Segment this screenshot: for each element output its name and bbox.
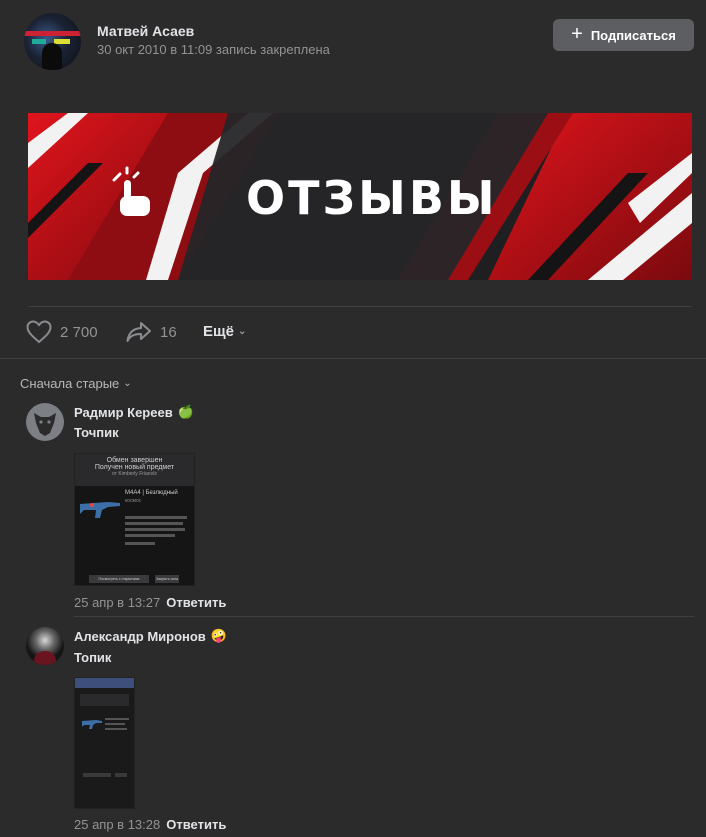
screenshot-text-line bbox=[125, 534, 175, 537]
banner-title: ОТЗЫВЫ bbox=[246, 171, 498, 225]
screenshot-text-line bbox=[105, 718, 129, 720]
rifle-thumbnail bbox=[78, 492, 122, 522]
share-icon bbox=[126, 322, 151, 342]
screenshot-button bbox=[83, 773, 111, 777]
share-count: 16 bbox=[160, 323, 177, 341]
screenshot-button bbox=[115, 773, 127, 777]
chevron-down-icon: ⌄ bbox=[123, 378, 132, 389]
screenshot-text-line bbox=[125, 516, 187, 519]
dog-icon bbox=[34, 413, 56, 436]
comment-text: Топик bbox=[74, 650, 112, 665]
comment-avatar[interactable] bbox=[26, 627, 64, 665]
comment-author[interactable]: Радмир Кереев 🍏 bbox=[74, 404, 194, 420]
avatar-detail bbox=[24, 31, 81, 36]
screenshot-topbar bbox=[75, 678, 134, 688]
subscribe-button[interactable]: + Подписаться bbox=[553, 19, 694, 51]
screenshot-text-line bbox=[125, 522, 183, 525]
more-button[interactable]: Ещё ⌄ bbox=[203, 323, 246, 340]
reply-button[interactable]: Ответить bbox=[166, 817, 226, 832]
sort-label: Сначала старые bbox=[20, 376, 120, 391]
avatar-detail bbox=[32, 39, 46, 44]
screenshot-item-title: M4A4 | Безлюдный bbox=[125, 490, 178, 496]
like-count: 2 700 bbox=[60, 323, 98, 341]
screenshot-line: от Kimberly Frianolz bbox=[112, 471, 157, 477]
chevron-down-icon: ⌄ bbox=[238, 326, 247, 337]
comment-author-name: Александр Миронов bbox=[74, 628, 206, 644]
share-button[interactable]: 16 bbox=[126, 320, 177, 344]
comment-attachment-image[interactable] bbox=[74, 677, 135, 809]
avatar-figure bbox=[42, 43, 62, 70]
avatar-figure bbox=[34, 651, 56, 665]
post-meta[interactable]: 30 окт 2010 в 11:09 запись закреплена bbox=[97, 42, 330, 57]
green-apple-icon: 🍏 bbox=[177, 404, 194, 419]
comment-author[interactable]: Александр Миронов 🤪 bbox=[74, 628, 227, 644]
post-author-name[interactable]: Матвей Асаев bbox=[97, 23, 194, 39]
rifle-thumbnail bbox=[81, 716, 103, 730]
screenshot-text-line bbox=[105, 728, 127, 730]
heart-icon bbox=[26, 320, 52, 344]
screenshot-button: Закрыть окна bbox=[155, 575, 179, 583]
like-button[interactable]: 2 700 bbox=[26, 320, 98, 344]
screenshot-text-line bbox=[125, 542, 155, 545]
comment-date[interactable]: 25 апр в 13:28 bbox=[74, 817, 160, 832]
post-banner-image[interactable]: ОТЗЫВЫ bbox=[28, 113, 692, 280]
comments-divider bbox=[0, 358, 706, 359]
post-divider bbox=[28, 306, 692, 307]
comment-footer: 25 апр в 13:27 Ответить bbox=[74, 595, 226, 610]
screenshot-line: Получен новый предмет bbox=[94, 464, 175, 471]
screenshot-item-subtitle: космос bbox=[125, 498, 142, 504]
screenshot-header: Обмен завершен Получен новый предмет от … bbox=[75, 454, 194, 486]
comment-avatar[interactable] bbox=[26, 403, 64, 441]
screenshot-line: Обмен завершен bbox=[106, 457, 163, 464]
comment-attachment-image[interactable]: Обмен завершен Получен новый предмет от … bbox=[74, 453, 195, 586]
author-avatar[interactable] bbox=[24, 13, 81, 70]
comments-sort-dropdown[interactable]: Сначала старые ⌄ bbox=[20, 376, 132, 391]
screenshot-text-line bbox=[125, 528, 185, 531]
reply-button[interactable]: Ответить bbox=[166, 595, 226, 610]
screenshot-button: Посмотреть с открытыми помощника bbox=[89, 575, 149, 583]
comment-divider bbox=[74, 616, 694, 617]
screenshot-text-line bbox=[105, 723, 125, 725]
zany-face-icon: 🤪 bbox=[210, 628, 227, 643]
subscribe-label: Подписаться bbox=[590, 27, 676, 43]
more-label: Ещё bbox=[203, 323, 235, 340]
comment-text: Точпик bbox=[74, 425, 119, 440]
plus-icon: + bbox=[571, 23, 583, 45]
comment-author-name: Радмир Кереев bbox=[74, 404, 173, 420]
comment-date[interactable]: 25 апр в 13:27 bbox=[74, 595, 160, 610]
screenshot-header bbox=[80, 694, 129, 706]
comment-footer: 25 апр в 13:28 Ответить bbox=[74, 817, 226, 832]
